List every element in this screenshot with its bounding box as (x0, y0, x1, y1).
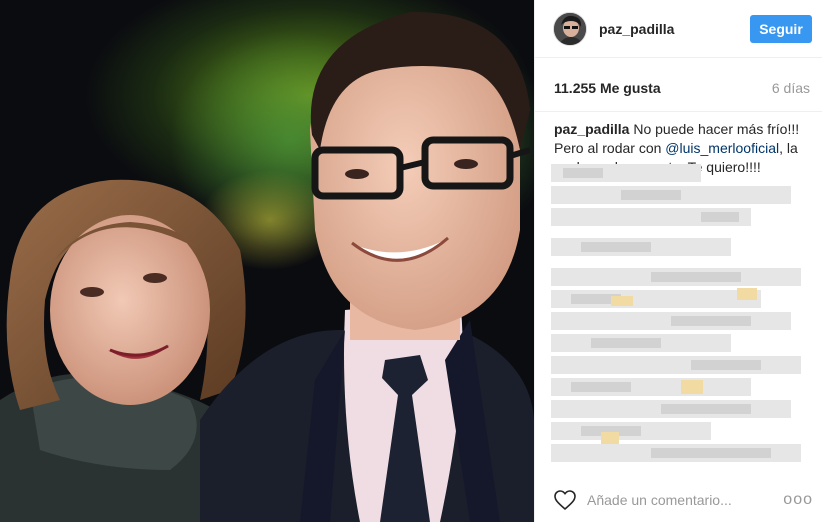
avatar[interactable] (553, 11, 587, 46)
caption-username[interactable]: paz_padilla (554, 121, 629, 137)
header-username[interactable]: paz_padilla (599, 21, 750, 37)
comment-input[interactable] (587, 488, 780, 512)
post-footer: ooo (535, 478, 822, 522)
post-header: paz_padilla Seguir (535, 0, 822, 58)
post-age[interactable]: 6 días (772, 80, 810, 96)
heart-icon[interactable] (553, 488, 577, 512)
post-photo[interactable] (0, 0, 534, 522)
more-options-icon[interactable]: ooo (783, 491, 813, 509)
post-stats: 11.255 Me gusta 6 días (535, 58, 822, 112)
caption-mention[interactable]: @luis_merlooficial (665, 140, 779, 156)
photo-image (0, 0, 534, 522)
pixelated-comments-image (551, 164, 801, 462)
censored-comments (551, 160, 811, 476)
post-side-panel: paz_padilla Seguir 11.255 Me gusta 6 día… (534, 0, 822, 522)
follow-button[interactable]: Seguir (750, 14, 812, 43)
likes-count[interactable]: 11.255 Me gusta (554, 80, 661, 96)
avatar-image (554, 12, 586, 45)
